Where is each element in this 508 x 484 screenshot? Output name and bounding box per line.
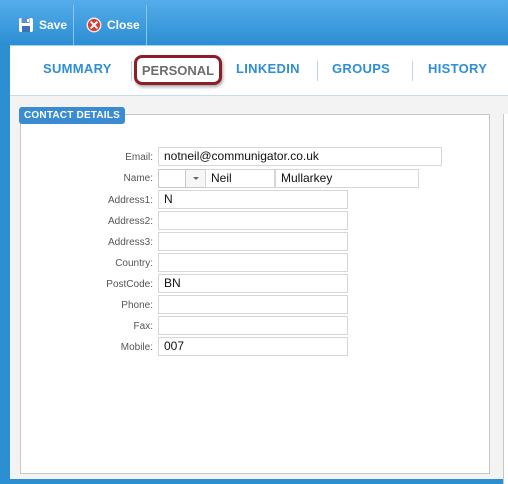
country-field[interactable] (158, 253, 348, 272)
secondary-panel-edge (503, 114, 508, 484)
postcode-field[interactable]: BN (158, 274, 348, 293)
address2-label: Address2: (107, 216, 153, 227)
country-label: Country: (115, 258, 153, 269)
fax-field[interactable] (158, 316, 348, 335)
save-icon (18, 17, 34, 33)
tab-history[interactable]: HISTORY (428, 61, 487, 76)
contact-details-fieldset (20, 114, 490, 474)
tab-separator (412, 61, 413, 81)
close-icon (86, 17, 102, 33)
address1-field[interactable]: N (158, 190, 348, 209)
tab-groups[interactable]: GROUPS (332, 61, 390, 76)
address1-label: Address1: (107, 195, 153, 206)
tab-summary[interactable]: SUMMARY (43, 61, 112, 76)
address3-field[interactable] (158, 232, 348, 251)
tab-separator (317, 61, 318, 81)
close-button[interactable]: Close (75, 5, 147, 45)
name-label: Name: (123, 173, 153, 184)
chevron-down-icon[interactable] (185, 170, 205, 187)
mobile-field[interactable]: 007 (158, 337, 348, 356)
tab-personal-label: PERSONAL (141, 62, 215, 78)
contact-details-heading: CONTACT DETAILS (19, 107, 125, 124)
address3-label: Address3: (107, 237, 153, 248)
toolbar: Save Close (0, 0, 508, 45)
save-button[interactable]: Save (0, 5, 74, 45)
phone-label: Phone: (121, 300, 153, 311)
email-field[interactable]: notneil@communigator.co.uk (158, 147, 442, 166)
phone-field[interactable] (158, 295, 348, 314)
postcode-label: PostCode: (106, 279, 153, 290)
fax-label: Fax: (133, 321, 153, 332)
email-label: Email: (125, 152, 153, 163)
last-name-field[interactable]: Mullarkey (275, 169, 419, 188)
tab-separator (131, 61, 132, 81)
tab-personal[interactable]: PERSONAL (134, 55, 222, 85)
title-select[interactable] (158, 169, 206, 188)
tab-linkedin[interactable]: LINKEDIN (236, 61, 300, 76)
close-label: Close (107, 18, 140, 32)
save-label: Save (39, 18, 68, 32)
address2-field[interactable] (158, 211, 348, 230)
tab-bar: SUMMARY PERSONAL LINKEDIN GROUPS HISTORY (10, 46, 508, 96)
first-name-field[interactable]: Neil (205, 169, 275, 188)
mobile-label: Mobile: (120, 342, 153, 353)
